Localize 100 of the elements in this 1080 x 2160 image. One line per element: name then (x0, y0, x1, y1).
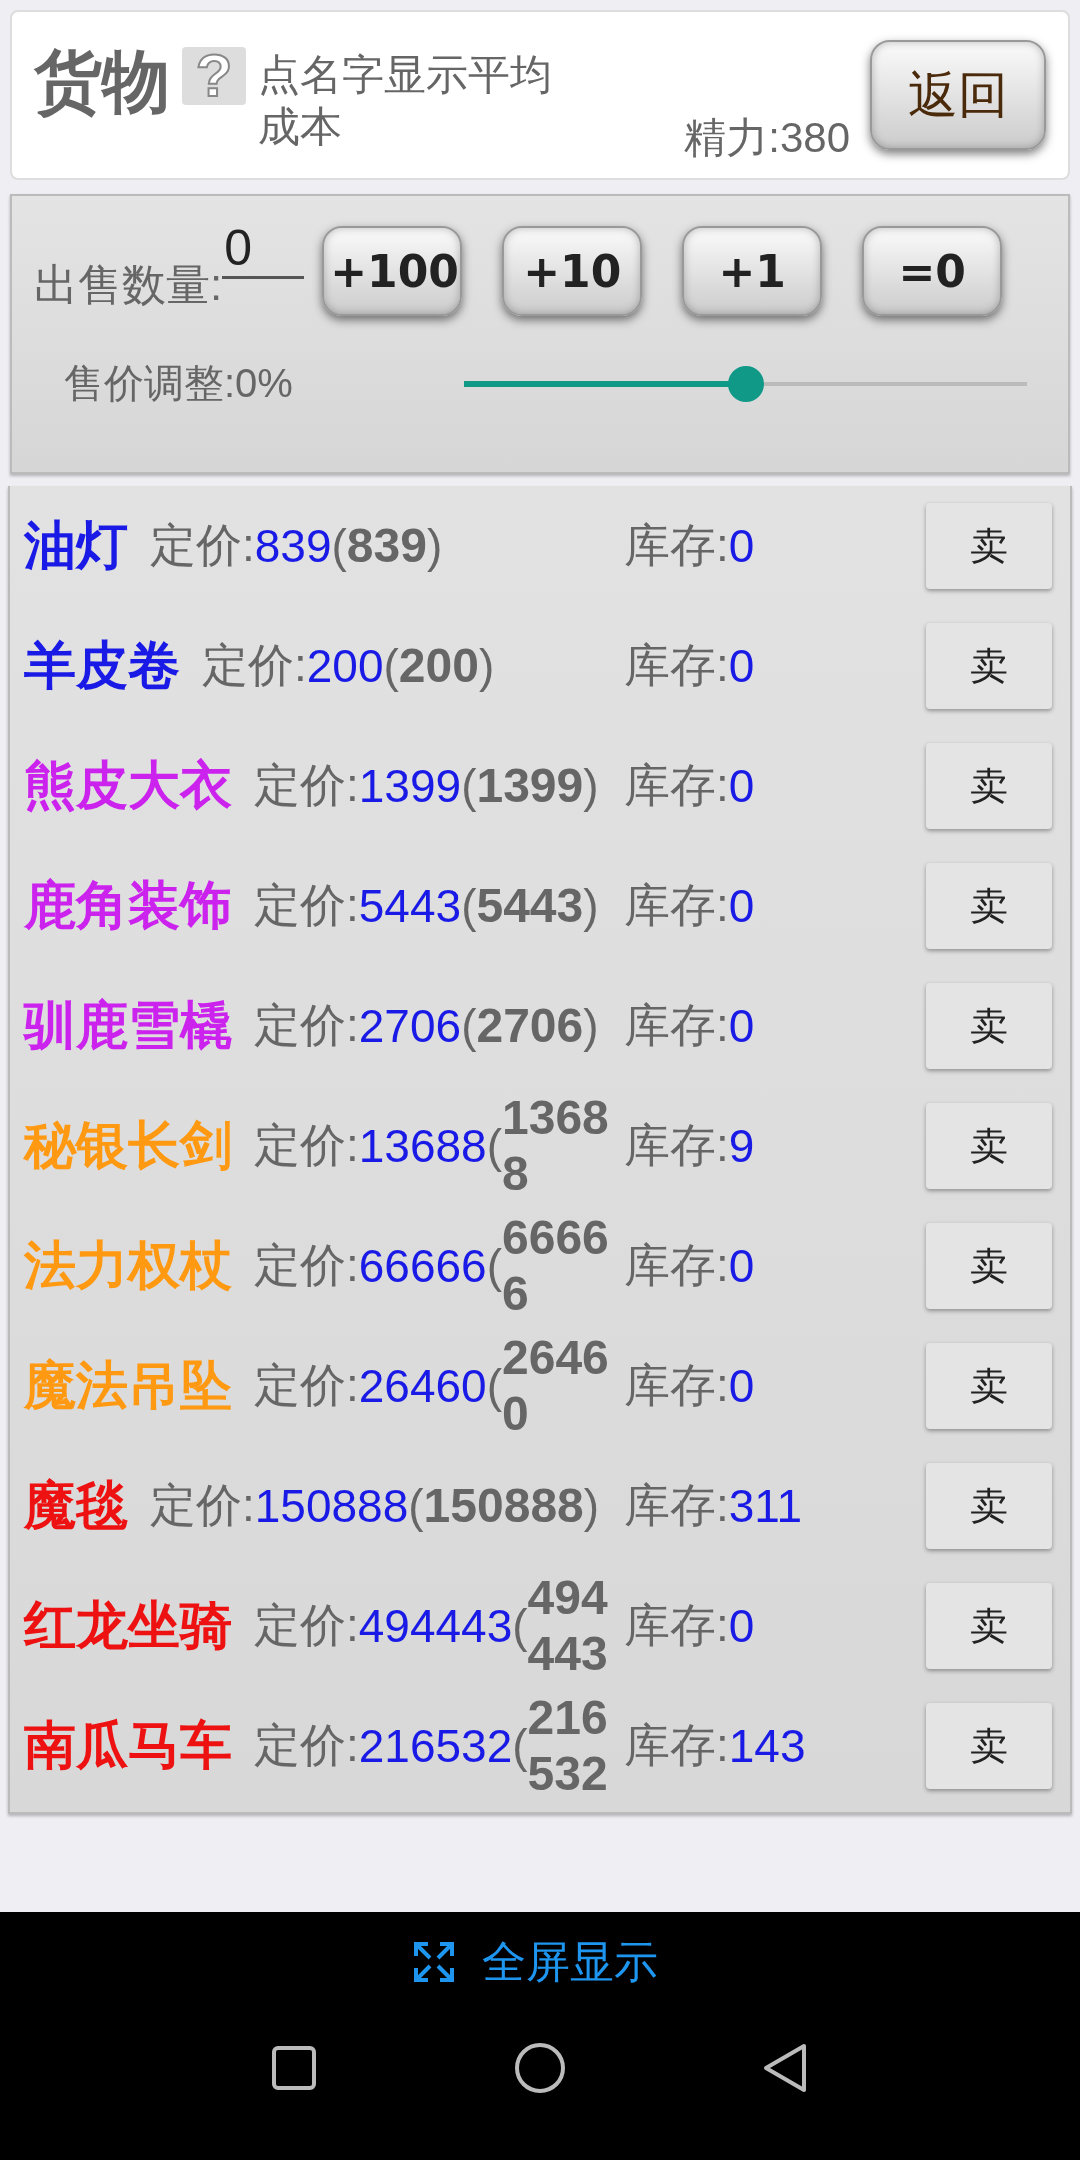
paren: ) (583, 879, 599, 933)
sell-button[interactable]: 卖 (926, 983, 1052, 1069)
price-label: 定价: (254, 1598, 359, 1653)
price-value: 200 (306, 639, 384, 693)
cost-value: 150888 (423, 1478, 584, 1534)
price-label: 定价: (254, 998, 359, 1053)
stock-label: 库存: (624, 1598, 729, 1653)
sell-button[interactable]: 卖 (926, 503, 1052, 589)
paren: ( (486, 1360, 503, 1412)
sell-button[interactable]: 卖 (926, 1703, 1052, 1789)
stock-value: 9 (728, 1119, 755, 1173)
price-label: 定价: (254, 758, 359, 813)
price-value: 150888 (254, 1479, 409, 1533)
price-value: 2706 (358, 999, 462, 1053)
fullscreen-icon[interactable] (412, 1940, 456, 1984)
stock-label: 库存: (624, 638, 729, 693)
cost-value: 216532 (527, 1690, 609, 1802)
paren: ( (461, 999, 477, 1053)
slider-thumb[interactable] (727, 365, 764, 402)
cost-value: 1399 (476, 758, 584, 814)
stock-value: 0 (728, 519, 755, 573)
paren: ) (426, 519, 443, 573)
paren: ) (583, 759, 599, 813)
paren: ) (583, 1479, 600, 1533)
quantity-button[interactable]: =0 (862, 226, 1003, 316)
stock-label: 库存: (624, 878, 729, 933)
stock-label: 库存: (624, 1118, 729, 1173)
price-value: 839 (254, 519, 332, 573)
cost-value: 839 (346, 518, 427, 574)
cost-value: 200 (398, 638, 479, 694)
cost-value: 5443 (476, 878, 584, 934)
price-adjust-label: 售价调整:0% (64, 360, 294, 407)
price-value: 216532 (358, 1719, 513, 1773)
stock-label: 库存: (624, 518, 729, 573)
price-label: 定价: (254, 1118, 359, 1173)
stock-value: 0 (728, 1599, 755, 1653)
quantity-button[interactable]: +100 (322, 226, 463, 316)
sell-button[interactable]: 卖 (926, 623, 1052, 709)
recent-apps-icon[interactable] (270, 2044, 318, 2092)
quantity-button[interactable]: +10 (502, 226, 643, 316)
stock-value: 0 (728, 759, 755, 813)
price-value: 5443 (358, 879, 462, 933)
stock-label: 库存: (624, 1718, 729, 1773)
stock-value: 0 (728, 639, 755, 693)
back-button[interactable]: 返回 (870, 40, 1046, 150)
paren: ( (383, 639, 399, 693)
price-value: 494443 (358, 1599, 513, 1653)
price-label: 定价: (254, 1718, 359, 1773)
quantity-label: 出售数量: (34, 258, 223, 311)
stock-label: 库存: (624, 758, 729, 813)
price-label: 定价: (254, 878, 359, 933)
cost-value: 66666 (502, 1210, 610, 1322)
sell-button[interactable]: 卖 (926, 1463, 1052, 1549)
paren: ( (408, 1479, 424, 1533)
stock-value: 143 (728, 1719, 806, 1773)
paren: ( (512, 1600, 528, 1652)
sell-button[interactable]: 卖 (926, 1583, 1052, 1669)
paren: ( (461, 759, 477, 813)
stock-label: 库存: (624, 998, 729, 1053)
cost-value: 494443 (527, 1570, 609, 1682)
cost-value: 26460 (502, 1330, 610, 1442)
sell-button[interactable]: 卖 (926, 1223, 1052, 1309)
item-name[interactable]: 羊皮卷 (24, 631, 180, 701)
price-value: 26460 (358, 1359, 487, 1413)
paren: ) (478, 639, 495, 693)
fullscreen-link[interactable]: 全屏显示 (482, 1932, 658, 1992)
hint-text: 点名字显示平均成本 (258, 50, 553, 152)
sell-button[interactable]: 卖 (926, 1343, 1052, 1429)
paren: ) (583, 999, 599, 1053)
stock-value: 0 (728, 1239, 755, 1293)
paren: ( (486, 1120, 503, 1172)
price-value: 1399 (358, 759, 462, 813)
energy-text: 精力:380 (684, 113, 850, 163)
price-label: 定价: (150, 518, 255, 573)
stock-label: 库存: (624, 1358, 729, 1413)
cost-value: 13688 (502, 1090, 610, 1202)
paren: ( (461, 879, 477, 933)
item-name[interactable]: 油灯 (24, 511, 128, 581)
price-label: 定价: (202, 638, 307, 693)
sell-button[interactable]: 卖 (926, 1103, 1052, 1189)
price-value: 66666 (358, 1239, 487, 1293)
quantity-field[interactable]: 0 (222, 220, 305, 279)
sell-button[interactable]: 卖 (926, 863, 1052, 949)
price-label: 定价: (254, 1238, 359, 1293)
stock-value: 0 (728, 1359, 755, 1413)
paren: ( (512, 1719, 528, 1773)
stock-label: 库存: (624, 1478, 729, 1533)
stock-value: 0 (728, 999, 755, 1053)
price-label: 定价: (150, 1478, 255, 1533)
stock-value: 311 (728, 1479, 803, 1533)
paren: ( (486, 1240, 503, 1292)
sell-button[interactable]: 卖 (926, 743, 1052, 829)
cost-value: 2706 (476, 998, 584, 1054)
quantity-button[interactable]: +1 (682, 226, 823, 316)
home-icon[interactable] (514, 2042, 566, 2094)
price-value: 13688 (358, 1119, 487, 1173)
stock-label: 库存: (624, 1238, 729, 1293)
price-label: 定价: (254, 1358, 359, 1413)
stock-value: 0 (728, 879, 755, 933)
paren: ( (331, 519, 347, 573)
